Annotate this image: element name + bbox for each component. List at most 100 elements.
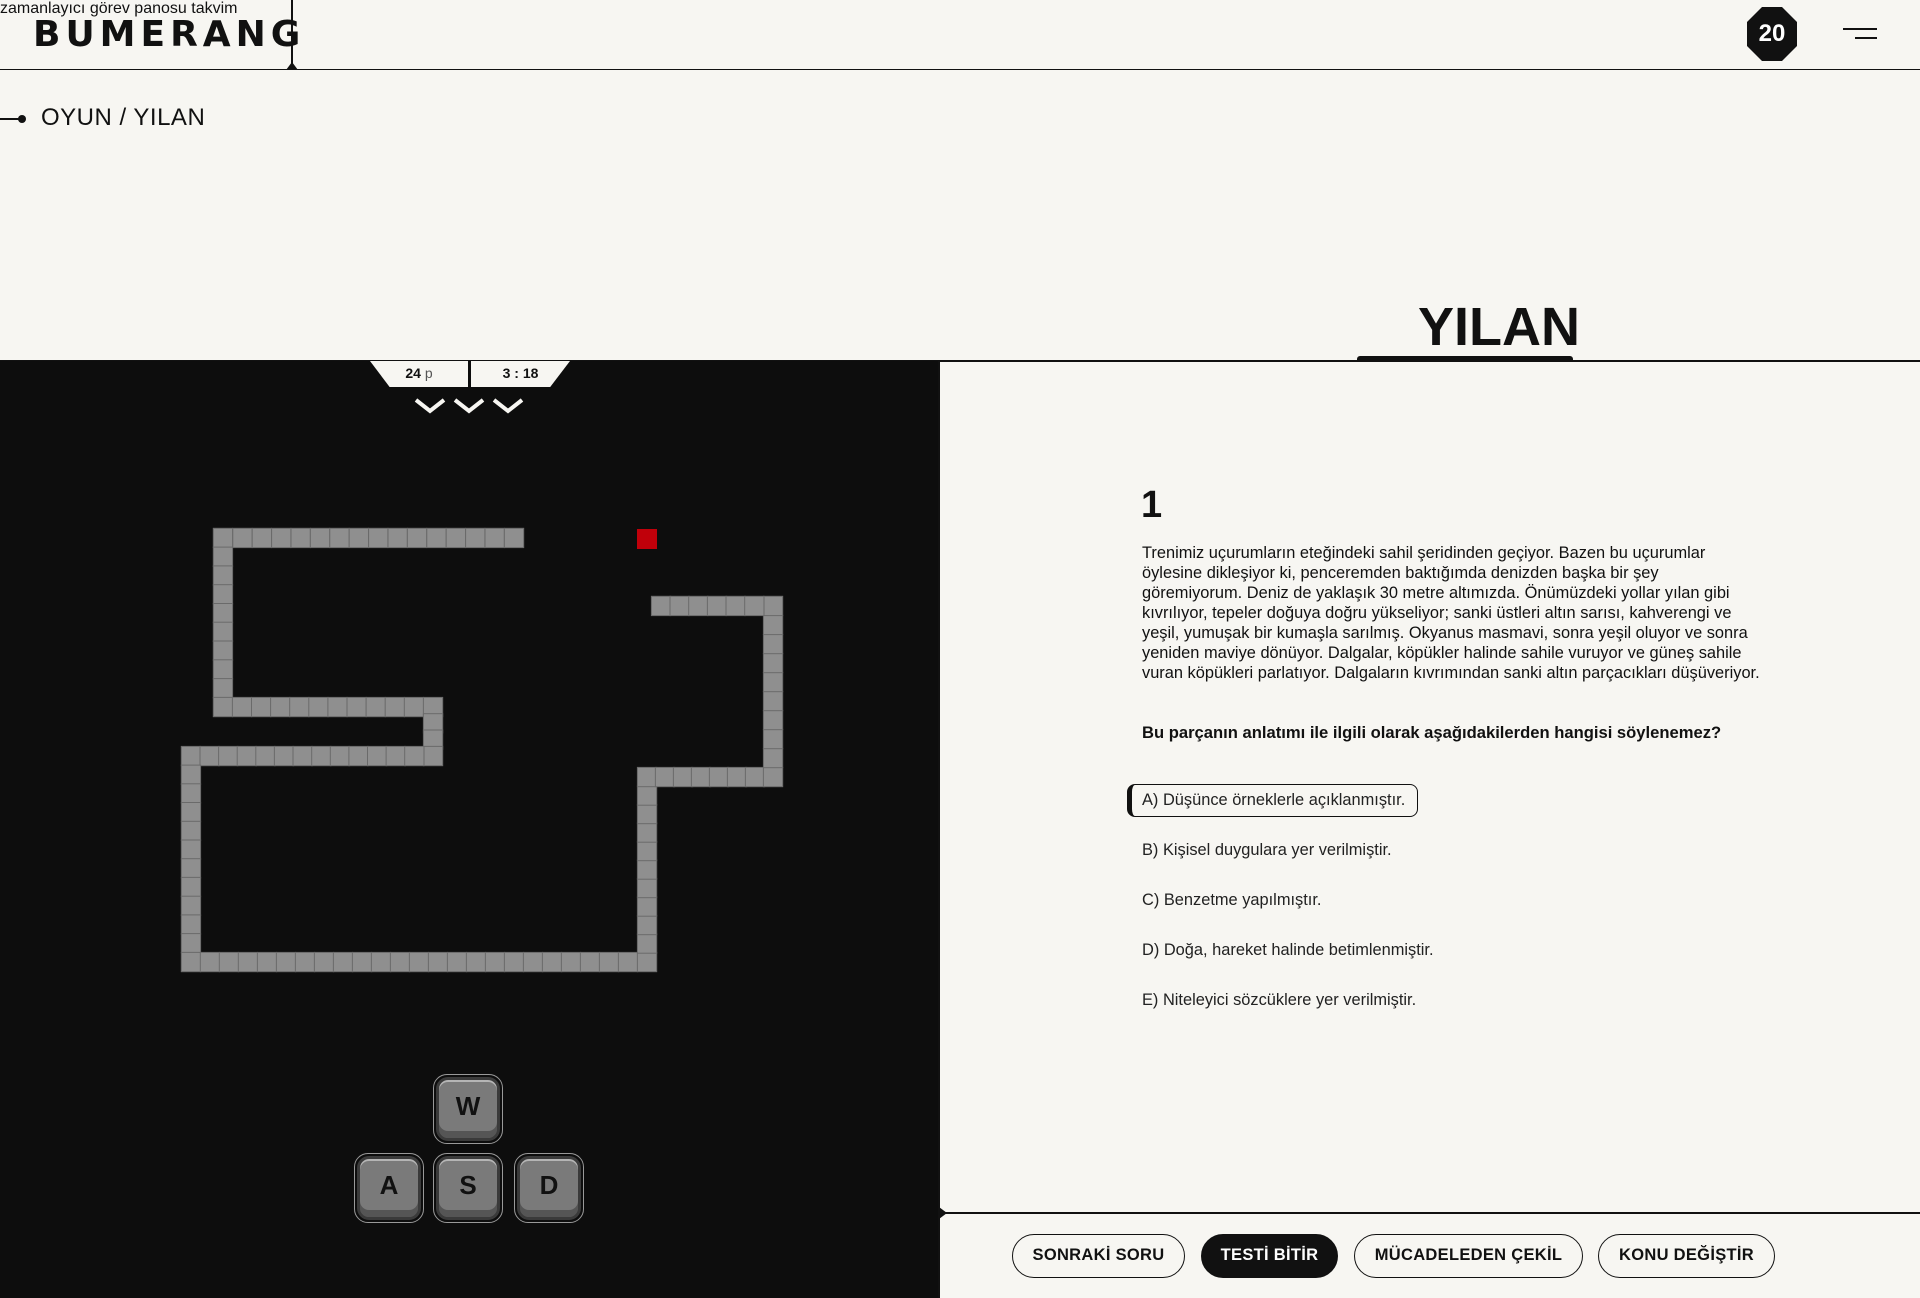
snake-game-board[interactable]: 24 p 3 : 18 W A S D bbox=[0, 361, 938, 1298]
snake-segment bbox=[762, 709, 784, 731]
key-s-button[interactable]: S bbox=[436, 1156, 500, 1220]
snake-segment bbox=[636, 766, 658, 788]
question-number: 1 bbox=[1141, 484, 1163, 526]
level-badge[interactable]: 20 bbox=[1746, 6, 1798, 62]
score-display: 24 p bbox=[370, 361, 468, 387]
snake-segment bbox=[273, 745, 295, 767]
snake-segment bbox=[180, 745, 202, 767]
snake-segment bbox=[368, 527, 389, 549]
snake-segment bbox=[180, 820, 202, 842]
snake-segment bbox=[636, 859, 658, 880]
panel-divider bbox=[938, 361, 940, 1298]
snake-segment bbox=[218, 745, 239, 767]
snake-segment bbox=[231, 696, 253, 718]
change-topic-button[interactable]: KONU DEĞİŞTİR bbox=[1598, 1234, 1775, 1278]
snake-segment bbox=[384, 696, 406, 718]
level-badge-value: 20 bbox=[1758, 20, 1786, 47]
snake-segment bbox=[636, 785, 658, 806]
footer-divider bbox=[940, 1212, 1920, 1214]
snake-segment bbox=[212, 565, 234, 586]
snake-segment bbox=[636, 933, 658, 954]
snake-segment bbox=[308, 696, 329, 718]
snake-segment bbox=[636, 822, 658, 843]
snake-segment bbox=[237, 951, 259, 973]
option-b[interactable]: B) Kişisel duygulara yer verilmiştir. bbox=[1127, 834, 1405, 867]
snake-segment bbox=[313, 951, 335, 973]
chevron-down-icon bbox=[414, 398, 446, 414]
snake-segment bbox=[650, 595, 672, 617]
snake-segment bbox=[560, 951, 582, 973]
snake-segment bbox=[212, 659, 234, 680]
snake-segment bbox=[292, 745, 313, 767]
chevron-down-icon bbox=[492, 398, 524, 414]
score-unit: p bbox=[424, 365, 433, 381]
snake-segment bbox=[762, 614, 784, 636]
snake-segment bbox=[199, 745, 220, 767]
snake-segment bbox=[232, 527, 253, 549]
page-title: YILAN bbox=[1418, 297, 1580, 357]
snake-segment bbox=[199, 951, 221, 973]
snake-segment bbox=[636, 840, 658, 862]
snake-segment bbox=[180, 783, 202, 804]
snake-segment bbox=[346, 696, 367, 718]
snake-segment bbox=[255, 745, 276, 767]
snake-segment bbox=[385, 745, 406, 767]
snake-segment bbox=[251, 696, 272, 718]
key-a-button[interactable]: A bbox=[357, 1156, 421, 1220]
snake-segment bbox=[294, 951, 316, 973]
snake-segment bbox=[744, 766, 766, 788]
option-e[interactable]: E) Niteleyici sözcüklere yer verilmiştir… bbox=[1127, 984, 1429, 1017]
score-value: 24 bbox=[405, 365, 421, 381]
snake-segment bbox=[762, 595, 784, 617]
key-w-button[interactable]: W bbox=[436, 1077, 500, 1141]
snake-segment bbox=[672, 766, 694, 788]
header-divider-marker bbox=[286, 62, 298, 70]
snake-segment bbox=[370, 951, 392, 973]
snake-segment bbox=[180, 951, 202, 973]
finish-test-button[interactable]: TESTİ BİTİR bbox=[1201, 1234, 1338, 1278]
snake-body bbox=[180, 527, 784, 973]
snake-segment bbox=[180, 876, 202, 898]
snake-segment bbox=[636, 877, 658, 899]
breadcrumb[interactable]: OYUN / YILAN bbox=[41, 104, 205, 132]
snake-segment bbox=[212, 527, 234, 549]
snake-segment bbox=[762, 671, 784, 693]
option-a[interactable]: A) Düşünce örneklerle açıklanmıştır. bbox=[1127, 784, 1419, 817]
snake-segment bbox=[762, 728, 784, 750]
withdraw-challenge-button[interactable]: MÜCADELEDEN ÇEKİL bbox=[1354, 1234, 1583, 1278]
snake-segment bbox=[180, 764, 202, 785]
breadcrumb-dot bbox=[18, 115, 26, 123]
snake-segment bbox=[484, 527, 505, 549]
snake-segment bbox=[669, 595, 690, 617]
snake-segment bbox=[236, 745, 257, 767]
option-d[interactable]: D) Doğa, hareket halinde betimlenmiştir. bbox=[1127, 934, 1447, 967]
snake-segment bbox=[762, 633, 784, 655]
question-passage: Trenimiz uçurumların eteğindeki sahil şe… bbox=[1142, 544, 1760, 682]
snake-segment bbox=[351, 951, 373, 973]
chevron-down-icon bbox=[453, 398, 485, 414]
option-c[interactable]: C) Benzetme yapılmıştır. bbox=[1127, 884, 1334, 917]
snake-segment bbox=[270, 696, 291, 718]
snake-segment bbox=[744, 595, 765, 617]
snake-segment bbox=[212, 678, 234, 699]
snake-segment bbox=[427, 951, 449, 973]
snake-segment bbox=[311, 745, 332, 767]
snake-segment bbox=[465, 951, 487, 973]
snake-segment bbox=[762, 747, 784, 769]
snake-segment bbox=[289, 696, 310, 718]
snake-segment bbox=[762, 766, 784, 788]
timer-display: 3 : 18 bbox=[471, 361, 570, 387]
hamburger-menu-icon[interactable] bbox=[1843, 28, 1877, 42]
snake-segment bbox=[726, 766, 748, 788]
snake-segment bbox=[636, 951, 658, 973]
key-d-button[interactable]: D bbox=[517, 1156, 581, 1220]
snake-segment bbox=[332, 951, 354, 973]
snake-segment bbox=[180, 839, 202, 860]
snake-segment bbox=[617, 951, 639, 973]
snake-segment bbox=[690, 766, 712, 788]
snake-segment bbox=[636, 803, 658, 825]
app-logo[interactable]: BUMERANG bbox=[33, 14, 305, 55]
snake-segment bbox=[212, 621, 234, 643]
snake-segment bbox=[465, 527, 486, 549]
next-question-button[interactable]: SONRAKİ SORU bbox=[1012, 1234, 1185, 1278]
